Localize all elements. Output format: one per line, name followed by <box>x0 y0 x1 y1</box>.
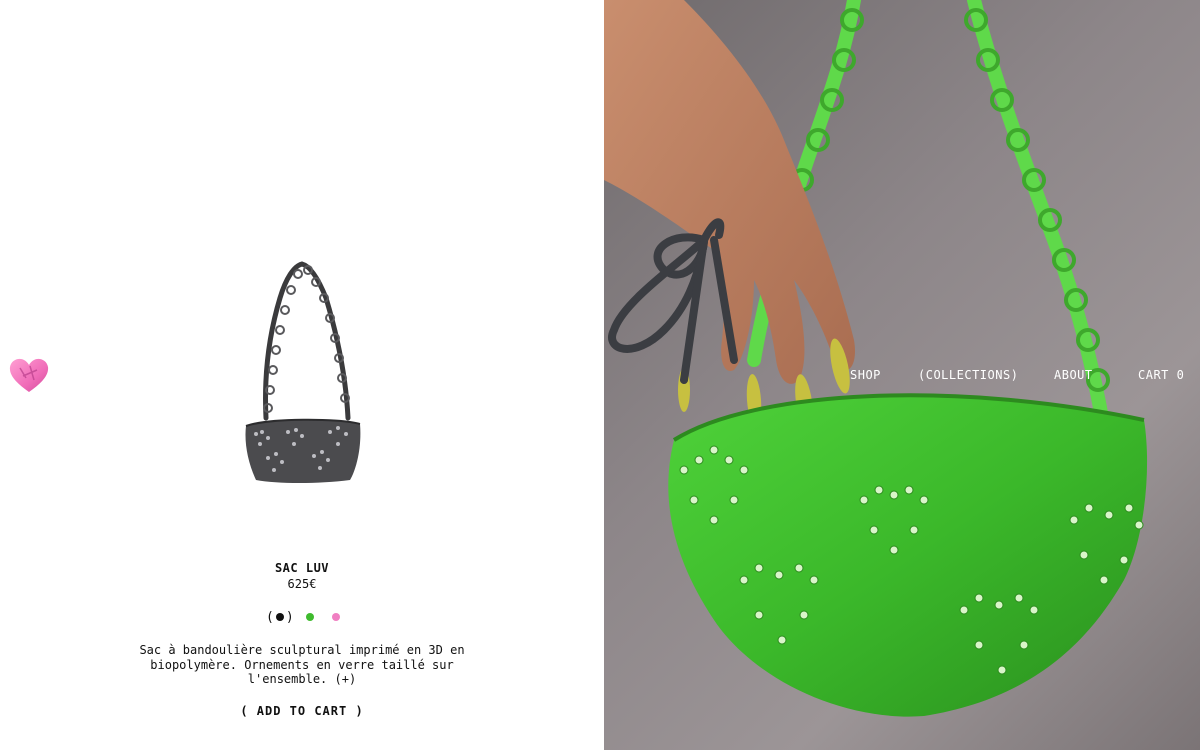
product-image[interactable] <box>238 258 368 488</box>
swatch-black[interactable] <box>275 613 284 621</box>
swatch-pink[interactable] <box>331 613 340 621</box>
product-title: SAC LUV <box>274 561 330 575</box>
swatch-bracket-open: ( <box>266 609 274 625</box>
color-swatches: ( ) <box>266 608 340 626</box>
selected-swatch[interactable]: ( ) <box>266 610 294 625</box>
main-nav: SHOP (COLLECTIONS) ABOUT CART 0 <box>850 368 1190 384</box>
product-description: Sac à bandoulière sculptural imprimé en … <box>126 643 478 687</box>
product-panel: SAC LUV 625€ ( ) Sac à bandoulière sculp… <box>0 0 604 750</box>
product-price: 625€ <box>287 577 317 591</box>
swatch-bracket-close: ) <box>285 609 294 625</box>
heart-logo-icon[interactable] <box>8 356 50 394</box>
nav-about[interactable]: ABOUT <box>1054 368 1093 382</box>
read-more-button[interactable]: (+) <box>335 672 357 686</box>
add-to-cart-button[interactable]: ( ADD TO CART ) <box>0 704 604 718</box>
nav-collections[interactable]: (COLLECTIONS) <box>918 368 1018 382</box>
nav-shop[interactable]: SHOP <box>850 368 881 382</box>
nav-cart[interactable]: CART 0 <box>1138 368 1184 382</box>
swatch-green[interactable] <box>305 613 314 621</box>
description-text: Sac à bandoulière sculptural imprimé en … <box>139 643 465 686</box>
